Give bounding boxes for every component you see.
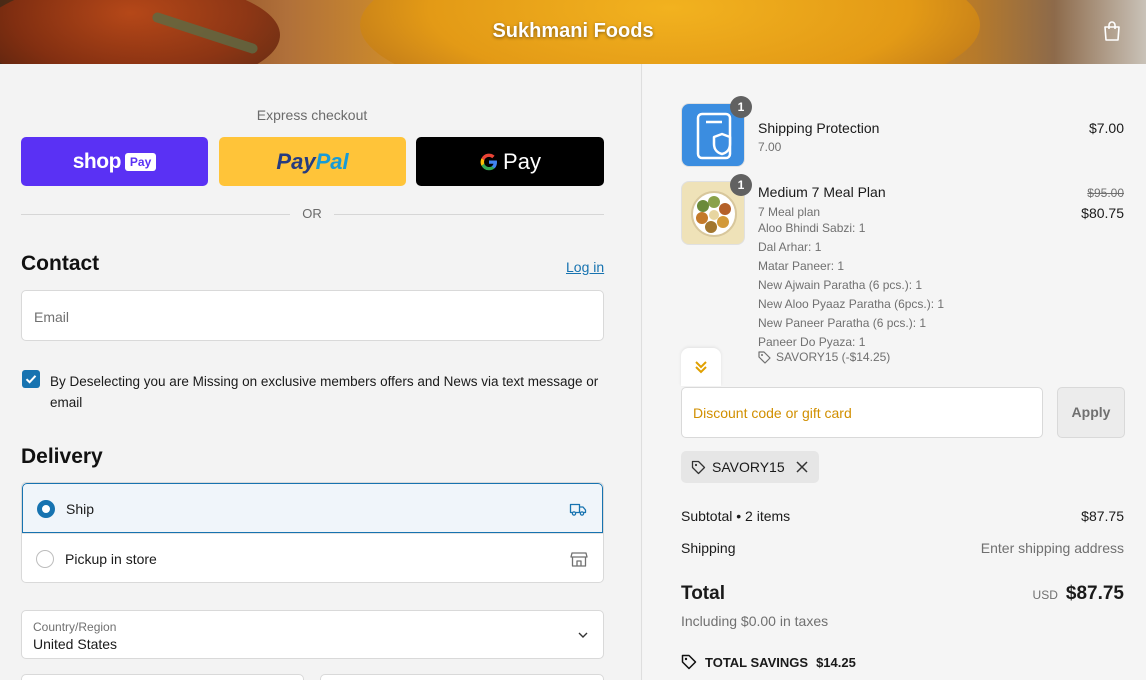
google-pay-button[interactable]: Pay — [416, 137, 604, 186]
shopping-bag-icon[interactable] — [1102, 20, 1122, 42]
item-variant: 7 Meal plan — [758, 205, 821, 219]
last-name-field[interactable] — [320, 674, 604, 680]
first-name-field[interactable] — [21, 674, 304, 680]
marketing-checkbox[interactable] — [22, 370, 40, 388]
tag-icon — [691, 460, 706, 474]
contact-heading: Contact — [21, 252, 100, 275]
currency-code: USD — [1032, 588, 1058, 602]
or-label: OR — [290, 206, 334, 221]
item-detail: Aloo Bhindi Sabzi: 1 — [758, 221, 866, 235]
item-discount-text: SAVORY15 (-$14.25) — [776, 350, 891, 364]
delivery-heading: Delivery — [21, 445, 103, 468]
discount-code-input[interactable]: Discount code or gift card — [681, 387, 1043, 438]
item-detail: New Ajwain Paratha (6 pcs.): 1 — [758, 278, 923, 292]
savings-label: TOTAL SAVINGS — [705, 654, 809, 670]
item-quantity-badge: 1 — [730, 174, 752, 196]
shop-pay-button[interactable]: shop Pay — [21, 137, 208, 186]
item-discount-line: SAVORY15 (-$14.25) — [758, 350, 890, 364]
email-placeholder: Email — [34, 309, 70, 325]
truck-icon — [569, 503, 587, 516]
google-g-icon — [480, 153, 498, 170]
tag-icon — [758, 350, 771, 364]
express-checkout-label: Express checkout — [256, 107, 368, 123]
item-detail: Matar Paneer: 1 — [758, 259, 845, 273]
subtotal-value: $87.75 — [1081, 508, 1124, 524]
shop-pay-logo: shop — [72, 149, 122, 173]
store-icon — [570, 552, 588, 567]
total-value: $87.75 — [1065, 583, 1124, 604]
item-detail: New Aloo Pyaaz Paratha (6pcs.): 1 — [758, 297, 945, 311]
apply-button[interactable]: Apply — [1057, 387, 1125, 438]
item-detail: Dal Arhar: 1 — [758, 240, 822, 254]
item-price: $7.00 — [1088, 120, 1124, 136]
item-quantity-badge: 1 — [730, 96, 752, 118]
delivery-option-ship[interactable]: Ship — [22, 483, 603, 533]
delivery-option-pickup[interactable]: Pickup in store — [22, 533, 603, 582]
checkout-form: Express checkout shop Pay PayPal Pay OR … — [0, 64, 642, 680]
marketing-consent-label: By Deselecting you are Missing on exclus… — [50, 374, 599, 410]
pickup-label: Pickup in store — [65, 551, 157, 567]
email-field[interactable]: Email — [21, 290, 604, 341]
total-label: Total — [681, 583, 725, 604]
taxes-note: Including $0.00 in taxes — [681, 613, 829, 629]
country-select[interactable]: Country/Region United States — [21, 610, 604, 659]
country-value: United States — [33, 636, 118, 652]
double-chevron-down-icon — [695, 361, 707, 374]
ship-radio[interactable] — [37, 500, 55, 518]
paypal-logo: PayPal — [276, 148, 349, 174]
item-name: Medium 7 Meal Plan — [758, 184, 886, 200]
subtotal-label: Subtotal • 2 items — [681, 508, 791, 524]
store-brand[interactable]: Sukhmani Foods — [0, 20, 1146, 43]
item-variant: 7.00 — [758, 140, 782, 154]
country-label: Country/Region — [33, 620, 117, 634]
paypal-button[interactable]: PayPal — [219, 137, 406, 186]
tag-icon — [681, 654, 697, 670]
savings-value: $14.25 — [816, 654, 856, 670]
checkmark-icon — [25, 375, 37, 384]
google-pay-logo: Pay — [479, 149, 541, 175]
store-header: Sukhmani Foods — [0, 0, 1146, 64]
shipping-value: Enter shipping address — [980, 540, 1124, 556]
applied-code: SAVORY15 — [712, 459, 785, 475]
ship-label: Ship — [66, 501, 95, 517]
shop-pay-badge: Pay — [124, 152, 157, 171]
total-savings: TOTAL SAVINGS $14.25 — [681, 654, 856, 670]
close-icon[interactable] — [795, 460, 809, 474]
item-original-price: $95.00 — [1087, 186, 1124, 200]
applied-discount-chip: SAVORY15 — [681, 451, 819, 483]
delivery-method-group: Ship Pickup in store — [21, 482, 604, 583]
chevron-down-icon — [578, 632, 588, 638]
login-link[interactable]: Log in — [566, 259, 604, 275]
shipping-label: Shipping — [681, 540, 736, 556]
item-name: Shipping Protection — [758, 120, 880, 136]
item-detail: New Paneer Paratha (6 pcs.): 1 — [758, 316, 927, 330]
item-price: $80.75 — [1081, 205, 1124, 221]
total-amount: USD $87.75 — [1033, 583, 1124, 605]
pickup-radio[interactable] — [36, 550, 54, 568]
discount-placeholder: Discount code or gift card — [693, 405, 852, 421]
order-summary: 1 Shipping Protection 7.00 $7.00 1 Mediu… — [643, 64, 1146, 680]
scroll-more-button[interactable] — [681, 348, 721, 386]
